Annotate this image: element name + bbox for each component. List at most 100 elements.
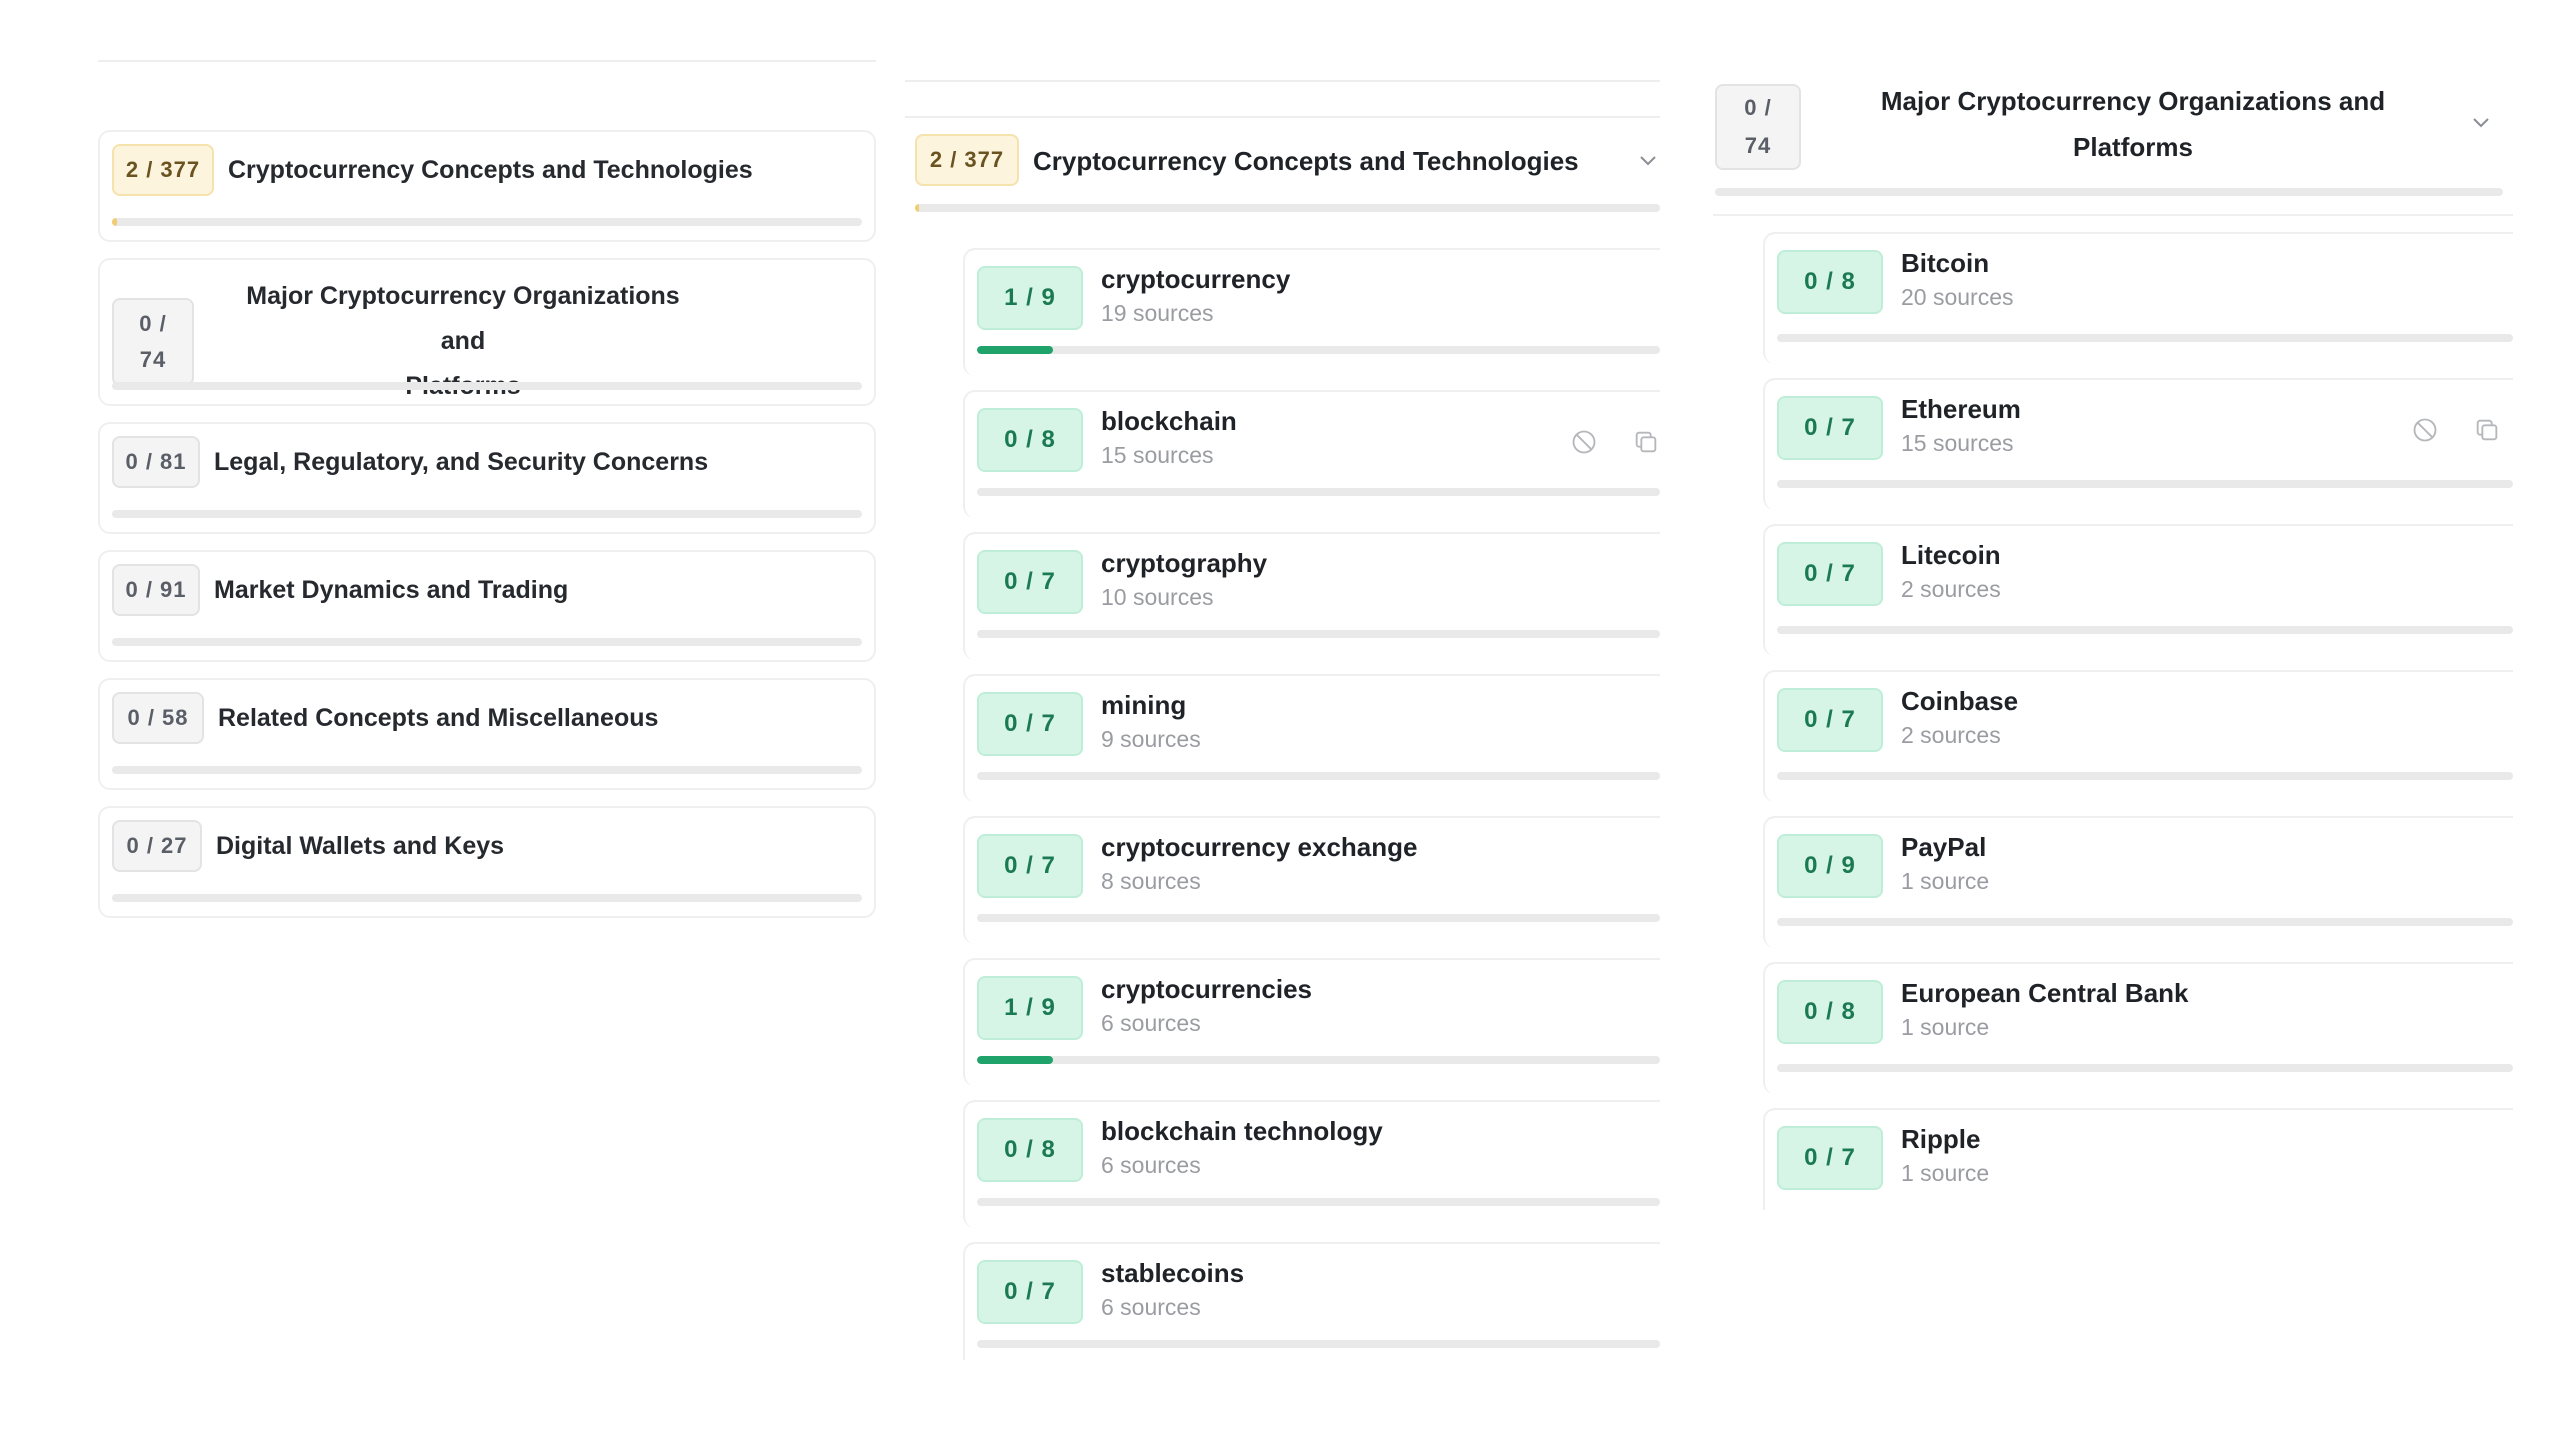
subtopic-name: cryptography: [1101, 548, 1268, 578]
subtopic-item[interactable]: 1 / 9 cryptocurrencies 6 sources: [963, 958, 1660, 1086]
progress-bar-fill: [977, 346, 1053, 354]
copy-icon[interactable]: [1632, 428, 1660, 456]
source-count: 9 sources: [1101, 726, 1201, 752]
badge-line: 74: [139, 346, 167, 372]
subtopic-item[interactable]: 1 / 9 cryptocurrency 19 sources: [963, 248, 1660, 376]
subtopic-item[interactable]: 0 / 8 blockchain technology 6 sources: [963, 1100, 1660, 1228]
category-card[interactable]: 0 / 74 Major Cryptocurrency Organization…: [98, 258, 876, 406]
progress-bar: [112, 766, 862, 774]
organization-item[interactable]: 0 / 7 Ripple 1 source: [1763, 1108, 2513, 1210]
source-count: 6 sources: [1101, 1010, 1201, 1036]
category-header[interactable]: 2 / 377 Cryptocurrency Concepts and Tech…: [905, 116, 1660, 248]
progress-bar-fill: [915, 204, 920, 212]
progress-bar: [977, 914, 1660, 922]
item-actions: [2411, 416, 2501, 444]
divider: [905, 80, 1660, 82]
organization-name: PayPal: [1901, 832, 1987, 862]
progress-badge: 0 / 91: [112, 564, 200, 616]
progress-badge: 0 / 7: [1777, 688, 1883, 752]
category-title: Legal, Regulatory, and Security Concerns: [214, 447, 709, 476]
category-title: Major Cryptocurrency Organizations and P…: [1813, 78, 2453, 170]
progress-bar: [112, 894, 862, 902]
progress-badge: 1 / 9: [977, 266, 1083, 330]
source-count: 1 source: [1901, 1160, 1990, 1186]
progress-badge: 0 / 7: [1777, 396, 1883, 460]
progress-badge: 0 / 7: [977, 1260, 1083, 1324]
subtopic-item[interactable]: 0 / 7 cryptocurrency exchange 8 sources: [963, 816, 1660, 944]
organization-item[interactable]: 0 / 7 Litecoin 2 sources: [1763, 524, 2513, 656]
subtopic-name: cryptocurrency exchange: [1101, 832, 1418, 862]
progress-badge: 0 / 9: [1777, 834, 1883, 898]
organization-item[interactable]: 0 / 7 Ethereum 15 sources: [1763, 378, 2513, 510]
copy-icon[interactable]: [2473, 416, 2501, 444]
category-title: Digital Wallets and Keys: [216, 831, 505, 860]
badge-line: 0 /: [1744, 95, 1772, 120]
organization-name: Bitcoin: [1901, 248, 1990, 278]
category-card[interactable]: 0 / 27 Digital Wallets and Keys: [98, 806, 876, 918]
title-line: Platforms: [2073, 132, 2193, 162]
organization-name: Ethereum: [1901, 394, 2021, 424]
progress-bar: [977, 1340, 1660, 1348]
progress-badge: 0 / 74: [112, 297, 194, 386]
progress-badge: 0 / 81: [112, 436, 200, 488]
subtopic-name: blockchain technology: [1101, 1116, 1383, 1146]
ban-icon[interactable]: [1570, 428, 1598, 456]
title-line: Major Cryptocurrency Organizations and: [246, 282, 680, 355]
progress-bar: [977, 1198, 1660, 1206]
item-actions: [1570, 428, 1660, 456]
subtopic-item[interactable]: 0 / 7 mining 9 sources: [963, 674, 1660, 802]
category-title: Cryptocurrency Concepts and Technologies: [1033, 146, 1579, 176]
source-count: 2 sources: [1901, 576, 2001, 602]
source-count: 8 sources: [1101, 868, 1201, 894]
progress-bar: [915, 204, 1660, 212]
category-card[interactable]: 0 / 81 Legal, Regulatory, and Security C…: [98, 422, 876, 534]
badge-line: 74: [1744, 133, 1772, 158]
progress-badge: 0 / 7: [977, 550, 1083, 614]
category-title: Cryptocurrency Concepts and Technologies: [228, 155, 753, 184]
progress-bar-fill: [977, 1056, 1053, 1064]
progress-bar: [977, 630, 1660, 638]
subtopic-name: mining: [1101, 690, 1187, 720]
progress-badge: 0 / 8: [1777, 250, 1883, 314]
progress-bar: [1777, 772, 2513, 780]
subtopic-panel: 2 / 377 Cryptocurrency Concepts and Tech…: [905, 80, 1660, 1360]
divider: [98, 60, 876, 62]
subtopic-item[interactable]: 0 / 7 stablecoins 6 sources: [963, 1242, 1660, 1360]
category-card[interactable]: 2 / 377 Cryptocurrency Concepts and Tech…: [98, 130, 876, 242]
subtopic-name: stablecoins: [1101, 1258, 1245, 1288]
subtopic-item[interactable]: 0 / 7 cryptography 10 sources: [963, 532, 1660, 660]
divider: [1713, 214, 2513, 216]
category-header[interactable]: 0 / 74 Major Cryptocurrency Organization…: [1713, 70, 2513, 206]
progress-badge: 0 / 7: [977, 692, 1083, 756]
title-line: Major Cryptocurrency Organizations and: [1880, 86, 2386, 116]
chevron-down-icon[interactable]: [2469, 110, 2493, 134]
progress-badge: 2 / 377: [915, 134, 1019, 186]
category-title: Related Concepts and Miscellaneous: [218, 703, 659, 732]
progress-bar: [112, 510, 862, 518]
source-count: 1 source: [1901, 868, 1990, 894]
organization-name: Ripple: [1901, 1124, 1981, 1154]
progress-badge: 0 / 7: [977, 834, 1083, 898]
progress-bar: [1777, 480, 2513, 488]
category-card[interactable]: 0 / 58 Related Concepts and Miscellaneou…: [98, 678, 876, 790]
source-count: 2 sources: [1901, 722, 2001, 748]
progress-badge: 0 / 8: [977, 408, 1083, 472]
progress-bar-fill: [112, 218, 117, 226]
subtopic-name: blockchain: [1101, 406, 1237, 436]
organization-item[interactable]: 0 / 7 Coinbase 2 sources: [1763, 670, 2513, 802]
subtopic-item[interactable]: 0 / 8 blockchain 15 sources: [963, 390, 1660, 518]
progress-badge: 1 / 9: [977, 976, 1083, 1040]
ban-icon[interactable]: [2411, 416, 2439, 444]
chevron-down-icon[interactable]: [1636, 148, 1660, 172]
organization-item[interactable]: 0 / 8 Bitcoin 20 sources: [1763, 232, 2513, 364]
progress-badge: 0 / 8: [977, 1118, 1083, 1182]
source-count: 20 sources: [1901, 284, 2014, 310]
progress-badge: 2 / 377: [112, 144, 214, 196]
progress-bar: [112, 382, 862, 390]
organization-item[interactable]: 0 / 9 PayPal 1 source: [1763, 816, 2513, 948]
organization-name: Coinbase: [1901, 686, 2019, 716]
organization-item[interactable]: 0 / 8 European Central Bank 1 source: [1763, 962, 2513, 1094]
progress-badge: 0 / 27: [112, 820, 202, 872]
category-card[interactable]: 0 / 91 Market Dynamics and Trading: [98, 550, 876, 662]
source-count: 19 sources: [1101, 300, 1214, 326]
